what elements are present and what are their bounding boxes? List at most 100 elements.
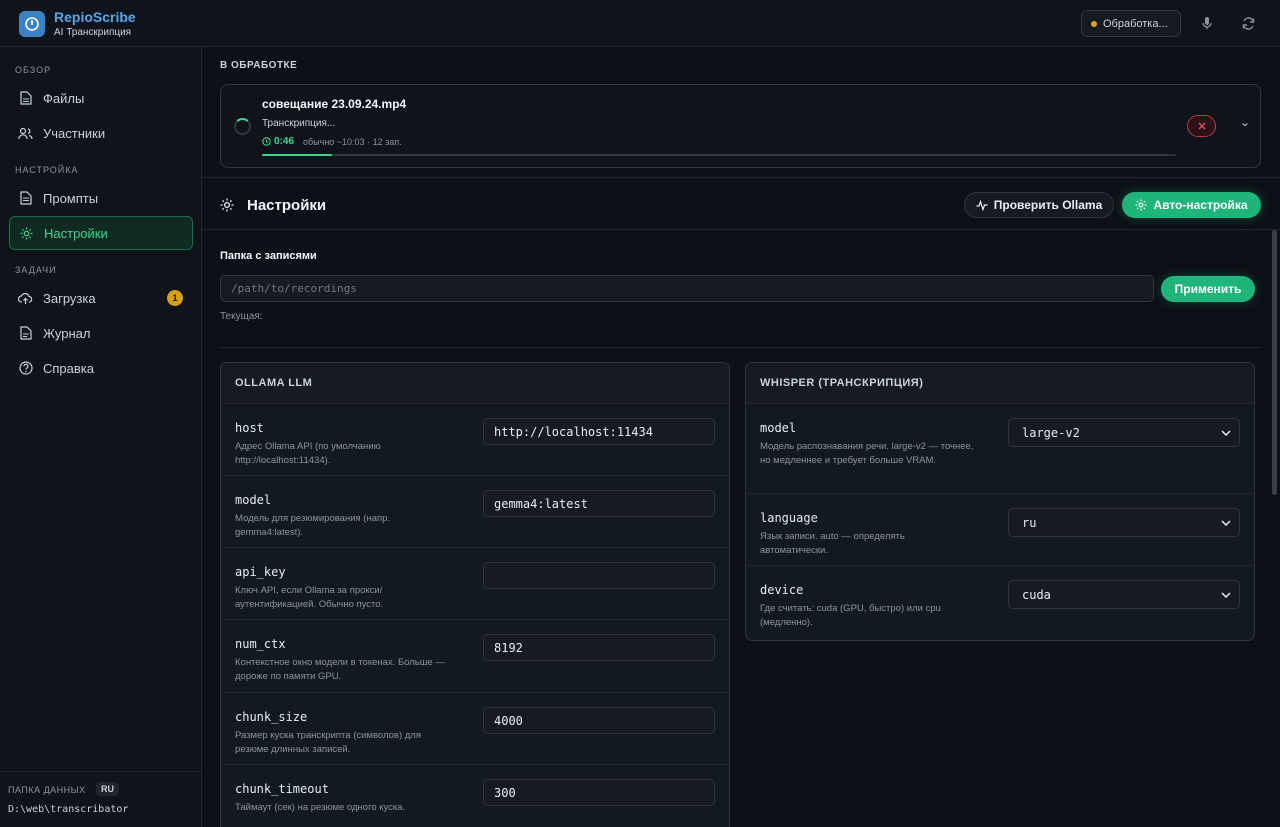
setting-description: Контекстное окно модели в токенах. Больш… — [235, 657, 445, 682]
setting-description: Модель распознавания речи. large-v2 — то… — [760, 441, 974, 466]
help-circle-icon — [18, 361, 33, 376]
divider — [220, 347, 1261, 348]
whisper-model-select[interactable]: large-v2 — [1008, 418, 1240, 447]
sidebar-item-help[interactable]: Справка — [9, 351, 193, 385]
chevron-down-icon — [1221, 429, 1231, 436]
sidebar-item-label: Участники — [43, 125, 106, 141]
sidebar-item-files[interactable]: Файлы — [9, 81, 193, 115]
setting-key: api_key — [235, 565, 286, 579]
chunk-timeout-input[interactable]: 300 — [483, 779, 715, 806]
expand-button[interactable] — [1238, 117, 1252, 131]
top-bar: RepioScribe AI Транскрипция Обработка... — [0, 0, 1280, 47]
auto-setup-label: Авто-настройка — [1153, 198, 1248, 212]
setting-key: chunk_size — [235, 710, 308, 724]
page-title: Настройки — [247, 197, 327, 214]
setting-row-model: model Модель для резюмирования (напр. ge… — [221, 476, 729, 548]
setting-key: num_ctx — [235, 637, 286, 651]
sidebar-item-participants[interactable]: Участники — [9, 116, 193, 150]
cancel-button[interactable] — [1187, 115, 1216, 137]
chevron-down-icon — [1221, 591, 1231, 598]
setting-description: Ключ API, если Ollama за прокси/аутентиф… — [235, 585, 384, 610]
setting-row-num-ctx: num_ctx Контекстное окно модели в токена… — [221, 620, 729, 693]
sidebar-item-label: Файлы — [43, 90, 85, 106]
sun-gear-icon — [19, 226, 34, 241]
upload-count-badge: 1 — [167, 290, 183, 306]
check-ollama-label: Проверить Ollama — [993, 198, 1103, 212]
recordings-folder-input[interactable] — [220, 275, 1154, 302]
processing-file-name: совещание 23.09.24.mp4 — [262, 97, 407, 111]
model-input[interactable]: gemma4:latest — [483, 490, 715, 517]
sidebar-item-label: Настройки — [44, 225, 108, 241]
data-folder-label: ПАПКА ДАННЫХ — [8, 785, 86, 795]
processing-status-button[interactable]: Обработка... — [1081, 10, 1181, 37]
setting-description: Язык записи. auto — определять автоматич… — [760, 531, 905, 556]
whisper-panel-title: WHISPER (ТРАНСКРИПЦИЯ) — [746, 363, 1254, 404]
chunk-size-input[interactable]: 4000 — [483, 707, 715, 734]
sidebar-item-label: Журнал — [43, 325, 91, 341]
setting-key: language — [760, 511, 818, 525]
processing-status: Транскрипция... — [262, 118, 336, 129]
file-icon — [18, 91, 33, 106]
eta-note: обычно ~10:03 · 12 зап. — [303, 137, 402, 147]
pulse-icon — [976, 199, 988, 211]
select-value: ru — [1022, 515, 1037, 530]
app-logo — [19, 11, 45, 37]
setting-description: Модель для резюмирования (напр. gemma4:l… — [235, 513, 391, 538]
divider — [202, 177, 1280, 178]
main-content: В ОБРАБОТКЕ совещание 23.09.24.mp4 Транс… — [202, 47, 1280, 827]
sidebar: ОБЗОР Файлы Участники НАСТРОЙКА Промпты … — [0, 47, 202, 827]
ollama-panel-title: OLLAMA LLM — [221, 363, 729, 404]
sidebar-item-prompts[interactable]: Промпты — [9, 181, 193, 215]
section-tasks: ЗАДАЧИ — [15, 265, 57, 275]
select-value: cuda — [1022, 587, 1051, 602]
app-subtitle: AI Транскрипция — [54, 27, 132, 38]
chevron-down-icon — [1242, 122, 1248, 126]
api-key-input[interactable] — [483, 562, 715, 589]
processing-card: совещание 23.09.24.mp4 Транскрипция... 0… — [220, 84, 1261, 168]
setting-row-host: host Адрес Ollama API (по умолчанию http… — [221, 404, 729, 476]
setting-key: host — [235, 421, 264, 435]
setting-row-whisper-model: model Модель распознавания речи. large-v… — [746, 404, 1254, 494]
language-select[interactable]: ru — [1008, 508, 1240, 537]
sidebar-item-journal[interactable]: Журнал — [9, 316, 193, 350]
ollama-panel: OLLAMA LLM host Адрес Ollama API (по умо… — [220, 362, 730, 827]
sidebar-item-label: Промпты — [43, 190, 99, 206]
apply-button[interactable]: Применить — [1161, 276, 1255, 302]
spinner-icon — [234, 118, 251, 135]
setting-key: model — [760, 421, 797, 435]
sidebar-item-settings[interactable]: Настройки — [9, 216, 193, 250]
progress-fill — [262, 154, 333, 156]
sidebar-item-label: Справка — [43, 360, 94, 376]
divider — [202, 229, 1280, 230]
document-icon — [18, 191, 33, 206]
clock-icon — [262, 137, 271, 146]
sidebar-item-upload[interactable]: Загрузка 1 — [9, 281, 193, 315]
host-input[interactable]: http://localhost:11434 — [483, 418, 715, 445]
setting-key: model — [235, 493, 272, 507]
chevron-down-icon — [1221, 519, 1231, 526]
refresh-icon[interactable] — [1239, 14, 1257, 32]
whisper-panel: WHISPER (ТРАНСКРИПЦИЯ) model Модель расп… — [745, 362, 1255, 641]
sparkle-icon — [1135, 199, 1147, 211]
check-ollama-button[interactable]: Проверить Ollama — [964, 192, 1114, 218]
recordings-folder-label: Папка с записями — [220, 250, 317, 262]
setting-description: Таймаут (сек) на резюме одного куска. — [235, 802, 406, 813]
sidebar-footer: ПАПКА ДАННЫХ RU D:\web\transcribator — [0, 771, 201, 827]
num-ctx-input[interactable]: 8192 — [483, 634, 715, 661]
scrollbar[interactable] — [1272, 230, 1277, 495]
setting-description: Адрес Ollama API (по умолчанию http://lo… — [235, 441, 381, 466]
device-select[interactable]: cuda — [1008, 580, 1240, 609]
setting-description: Где считать: cuda (GPU, быстро) или cpu … — [760, 603, 941, 628]
setting-row-device: device Где считать: cuda (GPU, быстро) и… — [746, 566, 1254, 640]
section-settings: НАСТРОЙКА — [15, 165, 79, 175]
mic-logo-icon — [25, 17, 39, 31]
setting-row-language: language Язык записи. auto — определять … — [746, 494, 1254, 566]
auto-setup-button[interactable]: Авто-настройка — [1122, 192, 1261, 218]
settings-sun-icon — [220, 198, 234, 212]
setting-description: Размер куска транскрипта (символов) для … — [235, 730, 421, 755]
section-overview: ОБЗОР — [15, 65, 52, 75]
microphone-icon[interactable] — [1198, 14, 1216, 32]
processing-label: В ОБРАБОТКЕ — [220, 60, 298, 71]
language-toggle[interactable]: RU — [96, 782, 119, 796]
current-folder-label: Текущая: — [220, 311, 263, 322]
